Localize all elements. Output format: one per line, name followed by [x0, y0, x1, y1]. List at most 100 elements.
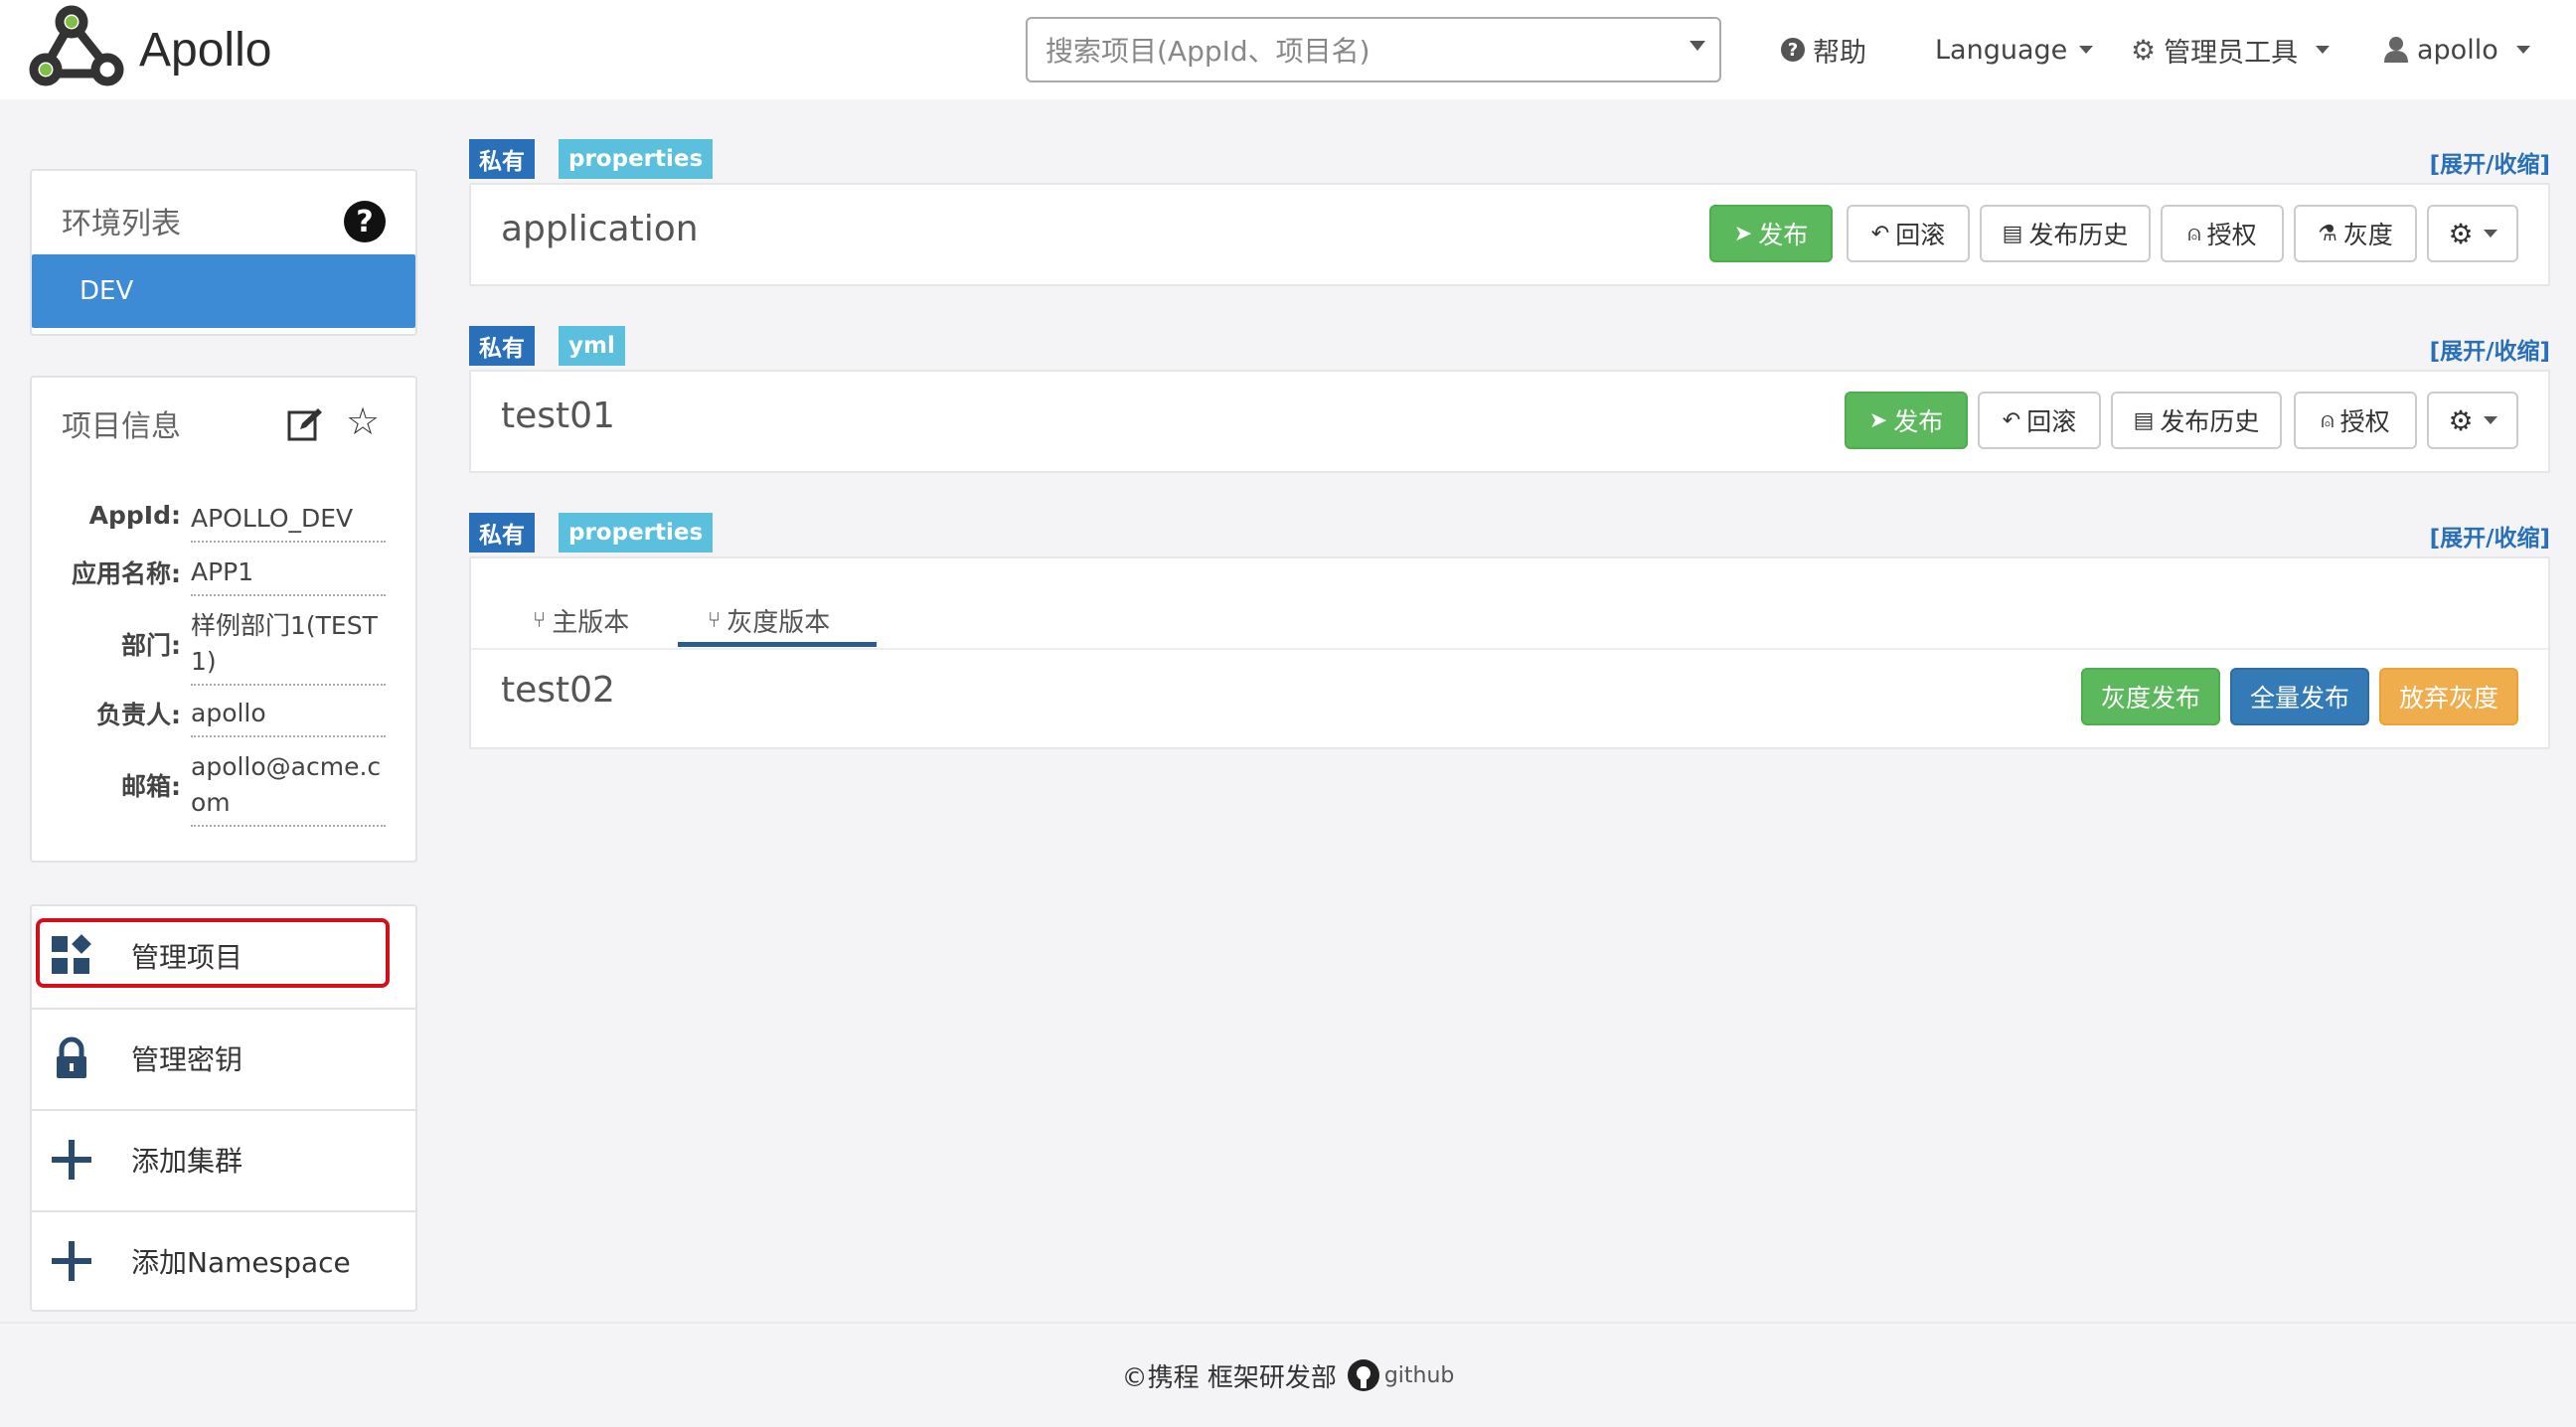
- apollo-logo[interactable]: Apollo: [28, 4, 271, 95]
- expand-collapse-link[interactable]: [展开/收缩]: [2430, 519, 2550, 553]
- search-placeholder: 搜索项目(AppId、项目名): [1046, 35, 1370, 68]
- edit-icon[interactable]: [286, 405, 324, 443]
- info-key: 负责人:: [96, 701, 181, 729]
- apollo-logo-icon: [29, 5, 124, 86]
- user-icon: ⍝: [2187, 221, 2201, 246]
- github-label: github: [1383, 1362, 1455, 1388]
- github-link[interactable]: github: [1347, 1358, 1455, 1392]
- info-key: 邮箱:: [121, 772, 181, 801]
- info-row-owner: 负责人: apollo: [32, 696, 415, 737]
- info-key: 部门:: [121, 631, 181, 660]
- format-badge: properties: [559, 513, 714, 553]
- rollback-label: 回滚: [1895, 221, 1946, 249]
- menu-item-add-cluster[interactable]: 添加集群: [32, 1109, 415, 1208]
- dashboard-icon: [52, 934, 91, 974]
- chevron-down-icon[interactable]: [1690, 41, 1705, 51]
- authorize-button[interactable]: ⍝ 授权: [2161, 205, 2284, 262]
- active-tab-indicator: [678, 642, 877, 647]
- project-search-input[interactable]: 搜索项目(AppId、项目名): [1026, 17, 1721, 82]
- send-icon: ➤: [1868, 407, 1888, 433]
- menu-item-add-namespace[interactable]: 添加Namespace: [32, 1210, 415, 1310]
- settings-dropdown-button[interactable]: ⚙: [2427, 392, 2518, 449]
- rollback-label: 回滚: [2026, 407, 2077, 436]
- info-row-app-name: 应用名称: APP1: [32, 555, 415, 596]
- calendar-icon: ▤: [2002, 221, 2023, 246]
- namespace-panel-test01: test01 ➤ 发布 ↶ 回滚 ▤ 发布历史 ⍝ 授权 ⚙: [469, 370, 2550, 473]
- menu-item-label: 管理项目: [131, 941, 243, 974]
- nav-language-label: Language: [1935, 34, 2068, 66]
- namespace-title: test01: [501, 396, 615, 436]
- undo-icon: ↶: [2002, 407, 2021, 433]
- scope-badge: 私有: [469, 326, 535, 366]
- tab-gray-version[interactable]: ⑂ 灰度版本: [708, 602, 830, 639]
- branch-icon: ⑂: [533, 608, 547, 633]
- release-history-button[interactable]: ▤ 发布历史: [1980, 205, 2151, 262]
- gear-icon: ⚙: [2448, 217, 2474, 250]
- publish-button[interactable]: ➤ 发布: [1709, 205, 1833, 262]
- env-item-label: DEV: [80, 276, 134, 306]
- info-value: apollo@acme.com: [191, 749, 386, 827]
- github-icon: [1347, 1359, 1379, 1391]
- namespace-title: application: [501, 209, 699, 249]
- publish-label: 发布: [1893, 407, 1944, 436]
- info-key: 应用名称:: [72, 559, 181, 588]
- undo-icon: ↶: [1870, 221, 1890, 246]
- plus-icon: [52, 1140, 91, 1180]
- info-value: APP1: [191, 555, 386, 596]
- nav-admin-tools[interactable]: ⚙ 管理员工具: [2131, 30, 2331, 70]
- user-icon: ⍝: [2321, 407, 2334, 433]
- plus-icon: [52, 1241, 91, 1281]
- release-history-button[interactable]: ▤ 发布历史: [2111, 392, 2282, 449]
- publish-button[interactable]: ➤ 发布: [1845, 392, 1968, 449]
- namespace-panel-application: application ➤ 发布 ↶ 回滚 ▤ 发布历史 ⍝ 授权 ⚗ 灰度 ⚙: [469, 183, 2550, 286]
- nav-help-label: 帮助: [1813, 37, 1866, 69]
- info-row-email: 邮箱: apollo@acme.com: [32, 749, 415, 827]
- release-history-label: 发布历史: [2028, 221, 2129, 249]
- caret-down-icon: [2079, 46, 2094, 54]
- authorize-label: 授权: [2206, 221, 2257, 249]
- env-list-panel: 环境列表 ? DEV: [30, 169, 417, 336]
- nav-user-menu[interactable]: apollo: [2383, 30, 2530, 70]
- publish-label: 发布: [1758, 221, 1809, 249]
- question-circle-icon[interactable]: ?: [344, 201, 386, 242]
- gray-release-button[interactable]: ⚗ 灰度: [2294, 205, 2417, 262]
- rollback-button[interactable]: ↶ 回滚: [1978, 392, 2101, 449]
- scope-badge: 私有: [469, 139, 535, 179]
- project-actions-panel: 管理项目 管理密钥 添加集群 添加Namespace: [30, 904, 417, 1312]
- project-info-panel: 项目信息 ☆ AppId: APOLLO_DEV 应用名称: APP1 部门: …: [30, 376, 417, 863]
- star-icon[interactable]: ☆: [346, 399, 380, 443]
- settings-dropdown-button[interactable]: ⚙: [2427, 205, 2518, 262]
- tab-divider: [471, 648, 2548, 650]
- rollback-button[interactable]: ↶ 回滚: [1847, 205, 1970, 262]
- branch-icon: ⑂: [708, 608, 722, 633]
- caret-down-icon: [2483, 416, 2497, 424]
- app-name: Apollo: [139, 23, 272, 77]
- menu-item-label: 添加Namespace: [131, 1246, 351, 1279]
- env-list-title: 环境列表: [62, 207, 181, 241]
- info-row-department: 部门: 样例部门1(TEST1): [32, 608, 415, 686]
- namespace-panel-test02: ⑂ 主版本 ⑂ 灰度版本 test02 灰度发布 全量发布 放弃灰度: [469, 556, 2550, 749]
- expand-collapse-link[interactable]: [展开/收缩]: [2430, 332, 2550, 366]
- gray-publish-button[interactable]: 灰度发布: [2081, 668, 2220, 725]
- env-item-dev[interactable]: DEV: [32, 254, 415, 328]
- lock-icon: [57, 1036, 86, 1078]
- nav-help[interactable]: ? 帮助: [1781, 30, 1866, 70]
- menu-item-label: 添加集群: [131, 1145, 243, 1178]
- info-value: apollo: [191, 696, 386, 737]
- top-navbar: Apollo 搜索项目(AppId、项目名) ? 帮助 Language ⚙ 管…: [0, 0, 2576, 99]
- flask-icon: ⚗: [2318, 221, 2337, 246]
- tab-main-version[interactable]: ⑂ 主版本: [533, 602, 629, 639]
- caret-down-icon: [2515, 46, 2530, 54]
- abandon-gray-button[interactable]: 放弃灰度: [2379, 668, 2518, 725]
- format-badge: properties: [559, 139, 714, 179]
- expand-collapse-link[interactable]: [展开/收缩]: [2430, 145, 2550, 179]
- menu-item-manage-project[interactable]: 管理项目: [32, 906, 415, 1006]
- release-history-label: 发布历史: [2160, 407, 2260, 436]
- authorize-button[interactable]: ⍝ 授权: [2294, 392, 2417, 449]
- user-icon: [2384, 37, 2408, 63]
- full-publish-label: 全量发布: [2249, 684, 2349, 713]
- nav-language[interactable]: Language: [1935, 30, 2094, 70]
- full-publish-button[interactable]: 全量发布: [2230, 668, 2369, 725]
- menu-item-manage-keys[interactable]: 管理密钥: [32, 1008, 415, 1107]
- info-key: AppId:: [88, 501, 181, 530]
